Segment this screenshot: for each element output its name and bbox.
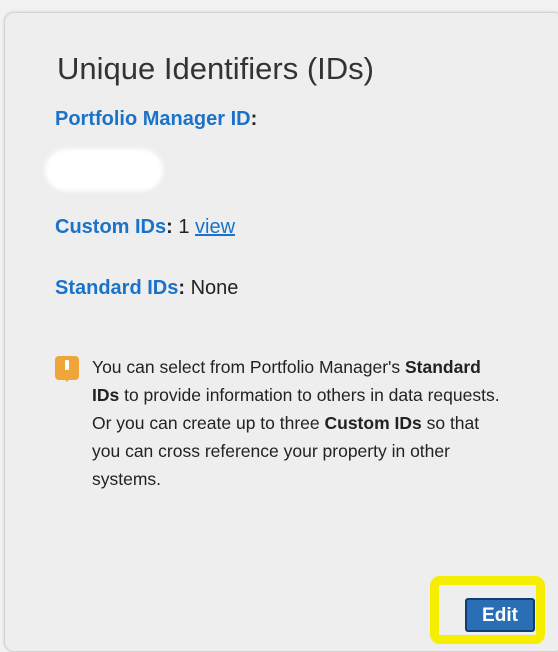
info-icon xyxy=(55,356,79,382)
info-message: You can select from Portfolio Manager's … xyxy=(92,353,512,493)
unique-identifiers-card: Unique Identifiers (IDs) Portfolio Manag… xyxy=(4,12,558,652)
redacted-id-value xyxy=(45,149,163,191)
standard-ids-row: Standard IDs: None xyxy=(55,277,238,300)
custom-ids-count: 1 xyxy=(178,216,190,238)
custom-ids-view-link[interactable]: view xyxy=(195,216,235,238)
standard-ids-value: None xyxy=(190,277,239,299)
edit-button[interactable]: Edit xyxy=(465,598,535,632)
custom-ids-label: Custom IDs xyxy=(55,216,167,238)
card-title: Unique Identifiers (IDs) xyxy=(57,51,375,86)
info-text-part-1: You can select from Portfolio Manager's xyxy=(92,357,405,377)
portfolio-manager-id-label: Portfolio Manager ID xyxy=(55,108,251,130)
custom-ids-colon: : xyxy=(166,216,173,238)
standard-ids-label: Standard IDs xyxy=(55,277,179,299)
standard-ids-colon: : xyxy=(178,277,186,299)
info-bold-custom-ids: Custom IDs xyxy=(324,413,422,433)
custom-ids-row: Custom IDs: 1 view xyxy=(55,216,235,239)
portfolio-manager-id-colon: : xyxy=(250,108,258,130)
portfolio-manager-id-row: Portfolio Manager ID: xyxy=(55,108,257,131)
